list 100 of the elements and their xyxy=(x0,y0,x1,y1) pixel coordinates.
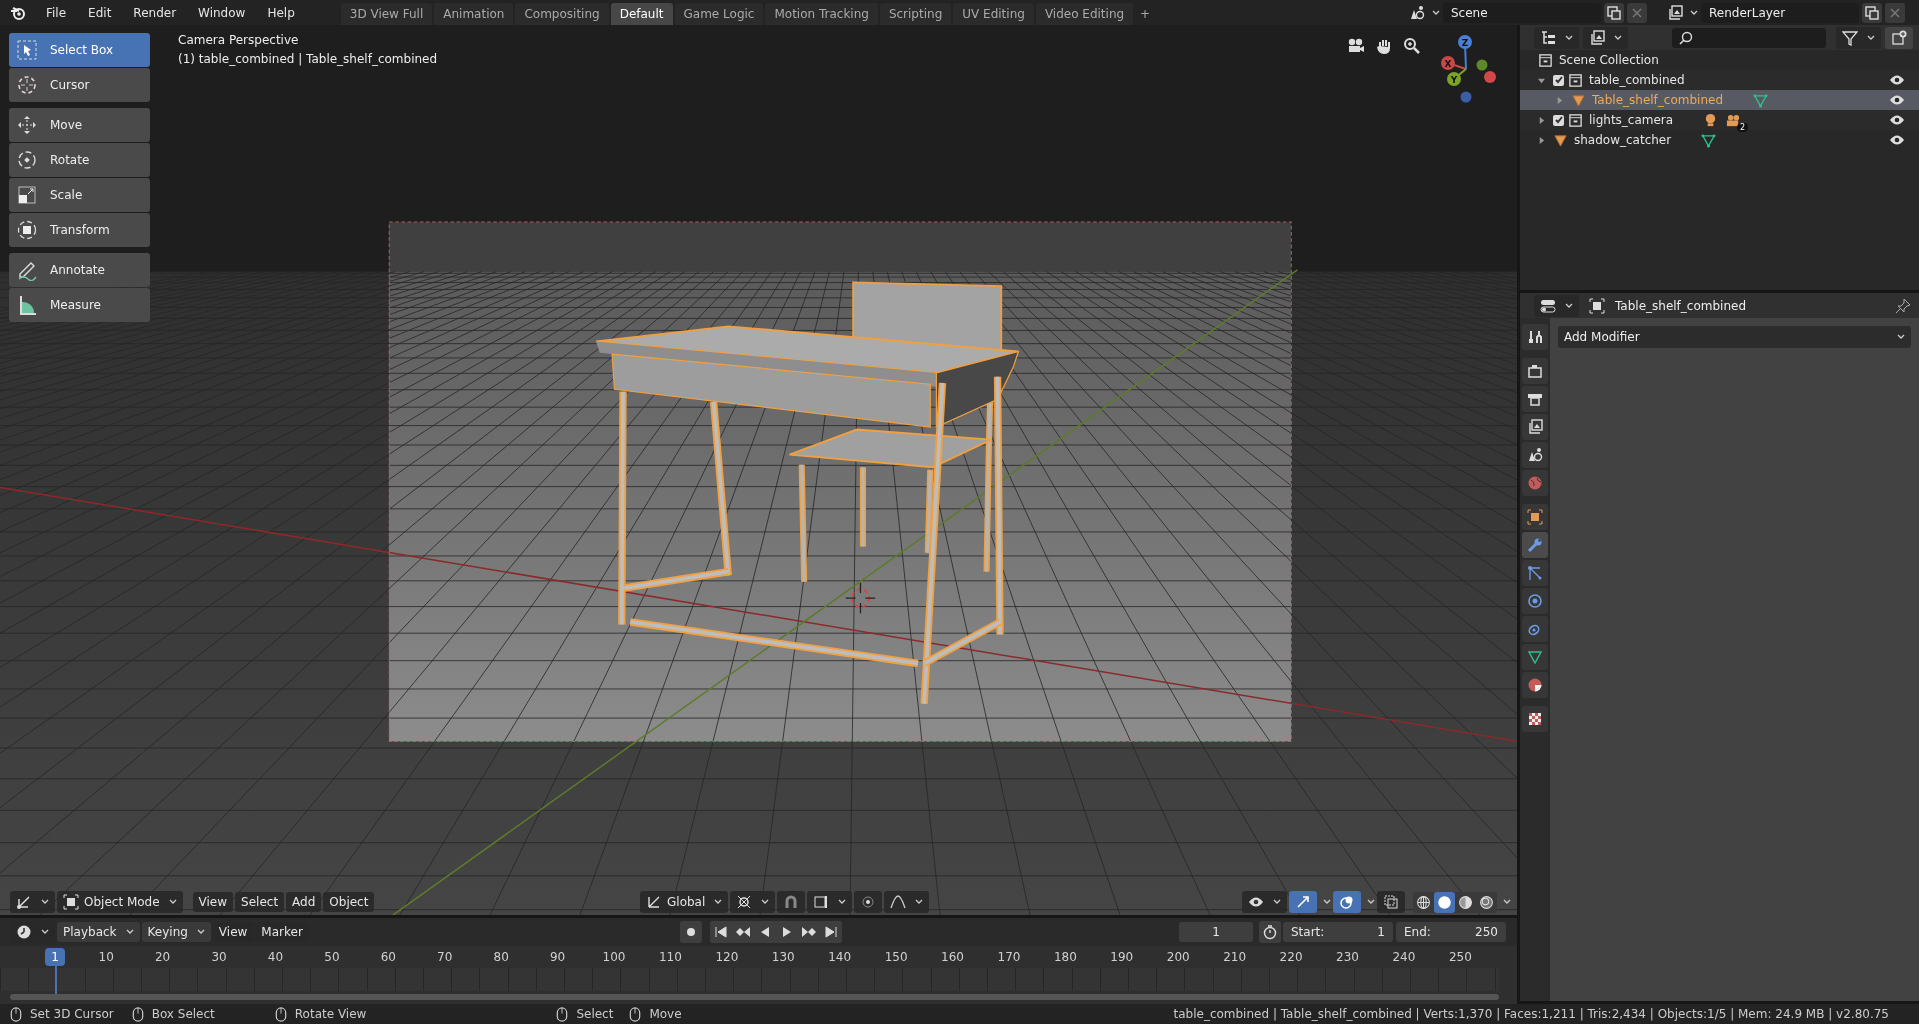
search-field[interactable] xyxy=(1672,27,1826,48)
close-icon[interactable] xyxy=(1627,2,1647,23)
eye-icon[interactable] xyxy=(1889,114,1905,126)
current-frame-field[interactable]: 1 xyxy=(1179,922,1253,942)
start-frame-field[interactable]: Start: 1 xyxy=(1283,922,1393,942)
tool-button[interactable]: Move xyxy=(9,108,150,142)
dot-circle-icon xyxy=(860,894,877,910)
outliner-row[interactable]: Scene Collection xyxy=(1520,50,1919,70)
disclosure-triangle-icon[interactable] xyxy=(1538,76,1545,84)
tool-button[interactable]: Cursor xyxy=(9,68,150,102)
timeline-track[interactable] xyxy=(0,968,1499,991)
hand-icon[interactable] xyxy=(1375,37,1393,55)
shading-mode-button[interactable] xyxy=(1434,891,1455,913)
proportional-toggle[interactable] xyxy=(854,891,883,913)
zoom-icon[interactable] xyxy=(1403,37,1421,55)
workspace-tab[interactable]: Motion Tracking xyxy=(765,3,878,25)
outliner-row[interactable]: shadow_catcher xyxy=(1520,130,1919,150)
properties-tab[interactable] xyxy=(1522,706,1548,732)
disclosure-triangle-icon[interactable] xyxy=(1538,116,1545,124)
workspace-tab[interactable]: Default xyxy=(610,3,673,25)
tool-button[interactable]: Transform xyxy=(9,213,150,247)
properties-tab[interactable] xyxy=(1522,504,1548,530)
header-menu[interactable]: Object xyxy=(323,892,375,912)
outliner-row[interactable]: Table_shelf_combined xyxy=(1520,90,1919,110)
checkbox[interactable] xyxy=(1553,114,1564,126)
header-menu[interactable]: View xyxy=(192,892,234,912)
image-stack-icon[interactable] xyxy=(1667,4,1683,21)
frame-number: 80 xyxy=(492,950,510,964)
properties-tab[interactable] xyxy=(1522,324,1548,350)
properties-tab[interactable] xyxy=(1522,588,1548,614)
filter-dropdown[interactable] xyxy=(1583,26,1628,49)
properties-tab[interactable] xyxy=(1522,414,1548,440)
properties-tab[interactable] xyxy=(1522,644,1548,670)
eye-icon[interactable] xyxy=(1889,94,1905,106)
overlays-toggle[interactable] xyxy=(1333,891,1361,913)
workspace-tab[interactable]: Compositing xyxy=(515,3,609,25)
duplicate-icon[interactable] xyxy=(1862,2,1882,23)
tool-button[interactable]: Rotate xyxy=(9,143,150,177)
editor-type-button[interactable] xyxy=(10,891,55,913)
app-logo-icon[interactable] xyxy=(10,4,26,21)
record-button[interactable] xyxy=(680,921,702,943)
scrollbar[interactable] xyxy=(10,994,1499,1000)
display-mode-dropdown[interactable] xyxy=(1534,26,1579,49)
falloff-dropdown[interactable] xyxy=(884,891,930,913)
menu-item[interactable]: File xyxy=(36,2,77,23)
scene-field[interactable]: Scene xyxy=(1443,2,1601,23)
header-menu[interactable]: Select xyxy=(235,892,285,912)
visibility-dropdown[interactable] xyxy=(1242,891,1287,913)
mode-dropdown[interactable]: Object Mode xyxy=(57,891,183,913)
tool-button[interactable]: Annotate xyxy=(9,253,150,287)
pivot-dropdown[interactable] xyxy=(730,891,776,913)
workspace-tab[interactable]: Scripting xyxy=(879,3,952,25)
eye-icon[interactable] xyxy=(1889,74,1905,86)
menu-item[interactable]: Window xyxy=(188,2,256,23)
xray-toggle[interactable] xyxy=(1377,891,1405,913)
axis-gizmo[interactable] xyxy=(1441,35,1496,103)
add-workspace-button[interactable]: + xyxy=(1135,3,1156,25)
workspace-tab[interactable]: Game Logic xyxy=(674,3,764,25)
timeline-menu[interactable]: Playback xyxy=(57,922,140,942)
editor-type-button[interactable] xyxy=(1534,294,1579,317)
menu-item[interactable]: Help xyxy=(257,2,305,23)
stopwatch-toggle[interactable] xyxy=(1259,921,1281,943)
properties-tab[interactable] xyxy=(1522,672,1548,698)
workspace-tab[interactable]: 3D View Full xyxy=(340,3,433,25)
eye-icon[interactable] xyxy=(1889,134,1905,146)
duplicate-icon[interactable] xyxy=(1604,2,1624,23)
tool-button[interactable]: Measure xyxy=(9,288,150,322)
3d-viewport[interactable]: Camera Perspective (1) table_combined | Table_shelf_combined Select Box Cursor Move Rotate Scale Transform Annotate Measure X Y Z Object Mode View Select Add Object Global xyxy=(0,25,1517,915)
gizmo-toggle[interactable] xyxy=(1289,891,1317,913)
add-modifier-dropdown[interactable]: Add Modifier xyxy=(1558,326,1911,348)
checkbox[interactable] xyxy=(1553,74,1564,86)
search-icon xyxy=(1678,29,1694,46)
workspace-tab[interactable]: Video Editing xyxy=(1035,3,1134,25)
properties-tab[interactable] xyxy=(1522,358,1548,384)
filter-dropdown[interactable] xyxy=(1836,26,1881,49)
header-menu[interactable]: Add xyxy=(286,892,322,912)
close-icon[interactable] xyxy=(1885,2,1905,23)
snap-toggle[interactable] xyxy=(777,891,806,913)
end-frame-field[interactable]: End: 250 xyxy=(1396,922,1506,942)
properties-tab[interactable] xyxy=(1522,616,1548,642)
view-layer-field[interactable]: RenderLayer xyxy=(1701,2,1859,23)
3d-cursor-icon[interactable] xyxy=(845,582,876,614)
properties-tab[interactable] xyxy=(1522,386,1548,412)
orientation-dropdown[interactable]: Global xyxy=(640,891,729,913)
disclosure-triangle-icon[interactable] xyxy=(1538,136,1545,144)
current-frame-marker[interactable]: 1 xyxy=(45,948,65,966)
workspace-tab[interactable]: UV Editing xyxy=(953,3,1034,25)
tool-button[interactable]: Scale xyxy=(9,178,150,212)
camera-icon[interactable] xyxy=(1347,37,1365,55)
workspace-tab[interactable]: Animation xyxy=(434,3,514,25)
snap-dropdown[interactable] xyxy=(807,891,853,913)
menu-item[interactable]: Render xyxy=(123,2,187,23)
new-collection-button[interactable] xyxy=(1885,26,1913,49)
timeline-menu[interactable]: Keying xyxy=(141,922,211,942)
pin-icon[interactable] xyxy=(1895,297,1911,314)
tool-button[interactable]: Select Box xyxy=(9,33,150,67)
properties-tab[interactable] xyxy=(1522,442,1548,468)
shapes-icon[interactable] xyxy=(1409,4,1425,21)
properties-tab[interactable] xyxy=(1522,560,1548,586)
menu-item[interactable]: Edit xyxy=(78,2,122,23)
